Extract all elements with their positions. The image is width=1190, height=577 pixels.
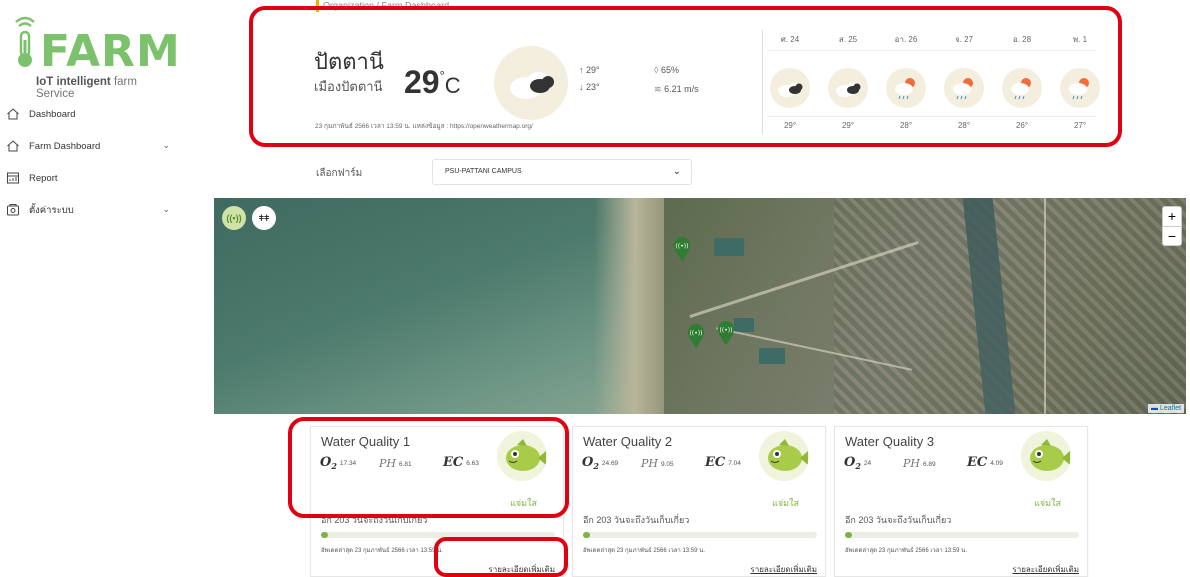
water-status: แจ่มใส	[1034, 498, 1061, 508]
harvest-countdown: อีก 203 วันจะถึงวันเก็บเกี่ยว	[845, 515, 952, 525]
annotation-highlight-link	[434, 537, 568, 577]
settings-box-icon	[7, 204, 19, 216]
sidebar: FARM IoT intelligent farm Service Dashbo…	[0, 0, 188, 577]
report-icon	[7, 172, 19, 184]
harvest-progress-bar	[583, 532, 817, 538]
svg-text:((•)): ((•))	[720, 327, 733, 334]
sensor-marker[interactable]: ((•))	[686, 323, 706, 349]
harvest-progress-bar	[845, 532, 1079, 538]
sidebar-item-farm-dashboard[interactable]: Farm Dashboard ⌄	[6, 136, 176, 156]
o2-metric: O2 24.69	[582, 455, 619, 471]
sidebar-item-label: Farm Dashboard	[29, 140, 101, 152]
map-sea	[214, 198, 654, 414]
ec-metric: EC 4.09	[967, 455, 1003, 470]
water-status: แจ่มใส	[772, 498, 799, 508]
logo-tagline: IoT intelligent farm Service	[36, 76, 137, 100]
farm-dashboard-page: FARM IoT intelligent farm Service Dashbo…	[0, 0, 1190, 577]
more-details-link[interactable]: รายละเอียดเพิ่มเติม	[1012, 563, 1079, 576]
thermometer-wifi-icon	[15, 16, 35, 67]
home-icon	[7, 108, 19, 120]
logo-wordmark: FARM	[40, 26, 181, 77]
water-quality-card: Water Quality 3 O2 24 PH 6.89 EC 4.09 แจ่มใ…	[834, 426, 1088, 577]
ph-metric: PH 6.89	[903, 457, 936, 470]
map-zoom-control: + −	[1162, 206, 1182, 246]
filter-adjust-icon[interactable]: ǂǂ	[252, 206, 276, 230]
zoom-out-button[interactable]: −	[1163, 227, 1181, 247]
card-title: Water Quality 2	[583, 434, 673, 449]
zoom-in-button[interactable]: +	[1163, 207, 1181, 227]
sidebar-item-label: Report	[29, 172, 58, 184]
farm-select[interactable]: PSU-PATTANI CAMPUS ⌄	[432, 159, 692, 185]
sidebar-item-label: ตั้งค่าระบบ	[29, 204, 74, 216]
sensor-marker[interactable]: ((•))	[716, 320, 736, 346]
svg-text:((•)): ((•))	[676, 243, 689, 250]
sidebar-item-report[interactable]: Report	[6, 168, 176, 188]
more-details-link[interactable]: รายละเอียดเพิ่มเติม	[750, 563, 817, 576]
card-title: Water Quality 3	[845, 434, 935, 449]
o2-metric: O2 24	[844, 455, 872, 471]
farm-map[interactable]: ((•)) ǂǂ ((•)) ((•)) ((•)) + − ▬ Leaflet	[214, 198, 1186, 414]
chevron-down-icon: ⌄	[672, 166, 681, 177]
flag-icon: ▬	[1151, 405, 1159, 412]
sidebar-item-dashboard[interactable]: Dashboard	[6, 104, 176, 124]
sidebar-item-settings[interactable]: ตั้งค่าระบบ ⌄	[6, 200, 176, 220]
water-quality-card: Water Quality 2 O2 24.69 PH 9.05 EC 7.04 แจ…	[572, 426, 826, 577]
ec-metric: EC 7.04	[705, 455, 741, 470]
farm-select-label: เลือกฟาร์ม	[316, 168, 363, 179]
map-attribution[interactable]: ▬ Leaflet	[1148, 404, 1184, 413]
farm-select-value: PSU-PATTANI CAMPUS	[445, 168, 522, 175]
chevron-down-icon: ⌄	[162, 140, 170, 150]
last-updated: อัพเดตล่าสุด 23 กุมภาพันธ์ 2566 เวลา 13:…	[583, 548, 705, 554]
sensor-marker[interactable]: ((•))	[672, 236, 692, 262]
chevron-down-icon: ⌄	[162, 204, 170, 214]
sensor-layer-toggle[interactable]: ((•))	[222, 206, 246, 230]
harvest-countdown: อีก 203 วันจะถึงวันเก็บเกี่ยว	[583, 515, 690, 525]
ph-metric: PH 9.05	[641, 457, 674, 470]
last-updated: อัพเดตล่าสุด 23 กุมภาพันธ์ 2566 เวลา 13:…	[321, 548, 443, 554]
fish-mascot-icon	[759, 431, 809, 481]
fish-mascot-icon	[1021, 431, 1071, 481]
svg-text:((•)): ((•))	[690, 330, 703, 337]
annotation-highlight-weather	[249, 6, 1122, 147]
last-updated: อัพเดตล่าสุด 23 กุมภาพันธ์ 2566 เวลา 13:…	[845, 548, 967, 554]
annotation-highlight-card	[288, 417, 569, 518]
sidebar-item-label: Dashboard	[29, 108, 76, 120]
home-icon	[7, 140, 19, 152]
farm-logo[interactable]: FARM IoT intelligent farm Service	[8, 10, 181, 100]
